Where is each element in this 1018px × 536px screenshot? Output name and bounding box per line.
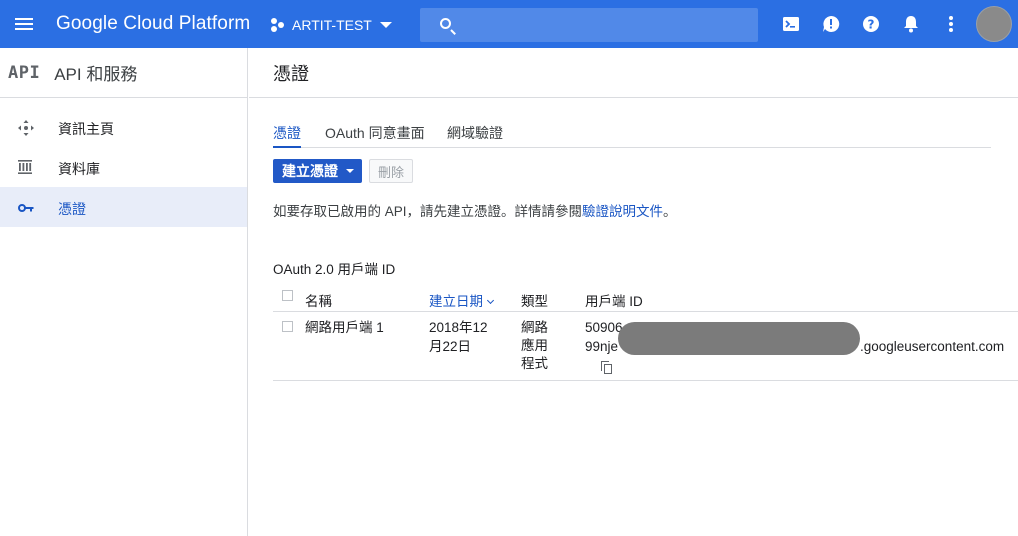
sidebar-item-library[interactable]: 資料庫 (0, 147, 247, 187)
copy-icon[interactable] (601, 361, 613, 374)
redacted-client-id (618, 322, 860, 355)
search-icon (440, 18, 451, 29)
search-box[interactable] (420, 8, 758, 42)
menu-icon[interactable] (12, 12, 36, 36)
notifications-icon[interactable] (901, 14, 921, 34)
feedback-icon[interactable] (821, 14, 841, 34)
chevron-down-icon (346, 169, 354, 173)
project-icon (270, 17, 286, 33)
sidebar-item-credentials[interactable]: 憑證 (0, 187, 247, 227)
help-icon[interactable]: ? (861, 14, 881, 34)
column-header-name[interactable]: 名稱 (305, 290, 332, 310)
table-header: 名稱 建立日期 類型 用戶端 ID (273, 286, 1018, 312)
sidebar-item-dashboard[interactable]: 資訊主頁 (0, 107, 247, 147)
tab-domain-verification[interactable]: 網域驗證 (447, 123, 503, 148)
info-text: 如要存取已啟用的 API，請先建立憑證。詳情請參閱 (273, 204, 583, 219)
select-all-checkbox[interactable] (282, 290, 293, 301)
api-logo: API (8, 62, 41, 83)
client-id-line1: 50906 (585, 320, 623, 335)
svg-text:?: ? (868, 18, 875, 32)
dashboard-icon (18, 120, 34, 136)
row-checkbox[interactable] (282, 321, 293, 332)
project-name: ARTIT-TEST (292, 17, 372, 33)
sidebar-item-label: 憑證 (58, 201, 86, 217)
search-input[interactable] (464, 8, 754, 42)
top-app-bar: Google Cloud Platform ARTIT-TEST ? (0, 0, 1018, 48)
client-name-link[interactable]: 網路用戶端 1 (305, 319, 384, 337)
page-header: 憑證 (249, 48, 1018, 98)
sidebar-title: API 和服務 (54, 65, 138, 84)
info-message: 如要存取已啟用的 API，請先建立憑證。詳情請參閱驗證說明文件。 (273, 200, 677, 220)
delete-button[interactable]: 刪除 (369, 159, 413, 183)
tab-oauth-consent[interactable]: OAuth 同意畫面 (325, 123, 425, 148)
avatar[interactable] (976, 6, 1012, 42)
create-credentials-button[interactable]: 建立憑證 (273, 159, 362, 183)
sidebar-item-label: 資訊主頁 (58, 121, 114, 137)
created-date-line2: 月22日 (429, 339, 472, 354)
page-title: 憑證 (273, 63, 309, 84)
info-suffix: 。 (663, 204, 677, 219)
create-credentials-label: 建立憑證 (282, 163, 338, 179)
column-header-created[interactable]: 建立日期 (429, 290, 495, 310)
client-type-line1: 網路 (521, 320, 548, 335)
more-vert-icon[interactable] (941, 14, 961, 34)
column-header-client-id[interactable]: 用戶端 ID (585, 290, 643, 310)
created-date-line1: 2018年12 (429, 320, 488, 335)
client-id-line2: 99nje (585, 339, 619, 354)
sidebar-nav: 資訊主頁 資料庫 憑證 (0, 107, 247, 227)
tab-credentials[interactable]: 憑證 (273, 123, 301, 148)
project-selector[interactable]: ARTIT-TEST (270, 10, 392, 40)
sidebar: API API 和服務 資訊主頁 資料庫 憑證 (0, 48, 248, 536)
tab-bar: 憑證 OAuth 同意畫面 網域驗證 (273, 120, 991, 148)
main-content: 憑證 憑證 OAuth 同意畫面 網域驗證 建立憑證 刪除 如要存取已啟用的 A… (249, 48, 1018, 536)
client-type-line3: 程式 (521, 356, 548, 371)
brand-title[interactable]: Google Cloud Platform (56, 13, 250, 35)
column-header-created-label: 建立日期 (429, 294, 483, 309)
key-icon (18, 200, 34, 214)
oauth-section-title: OAuth 2.0 用戶端 ID (273, 262, 396, 277)
table-row[interactable]: 網路用戶端 1 2018年12 月22日 網路 應用 程式 50906 99nj… (273, 313, 1018, 381)
library-icon (18, 160, 34, 174)
sidebar-item-label: 資料庫 (58, 161, 100, 177)
sort-descending-icon (486, 296, 495, 305)
client-id-suffix: .googleusercontent.com (860, 339, 1005, 354)
chevron-down-icon (379, 22, 392, 28)
auth-docs-link[interactable]: 驗證說明文件 (582, 204, 663, 219)
client-type-line2: 應用 (521, 338, 548, 353)
cloud-shell-icon[interactable] (781, 14, 801, 34)
sidebar-header: API API 和服務 (0, 48, 247, 98)
column-header-type[interactable]: 類型 (521, 290, 548, 310)
